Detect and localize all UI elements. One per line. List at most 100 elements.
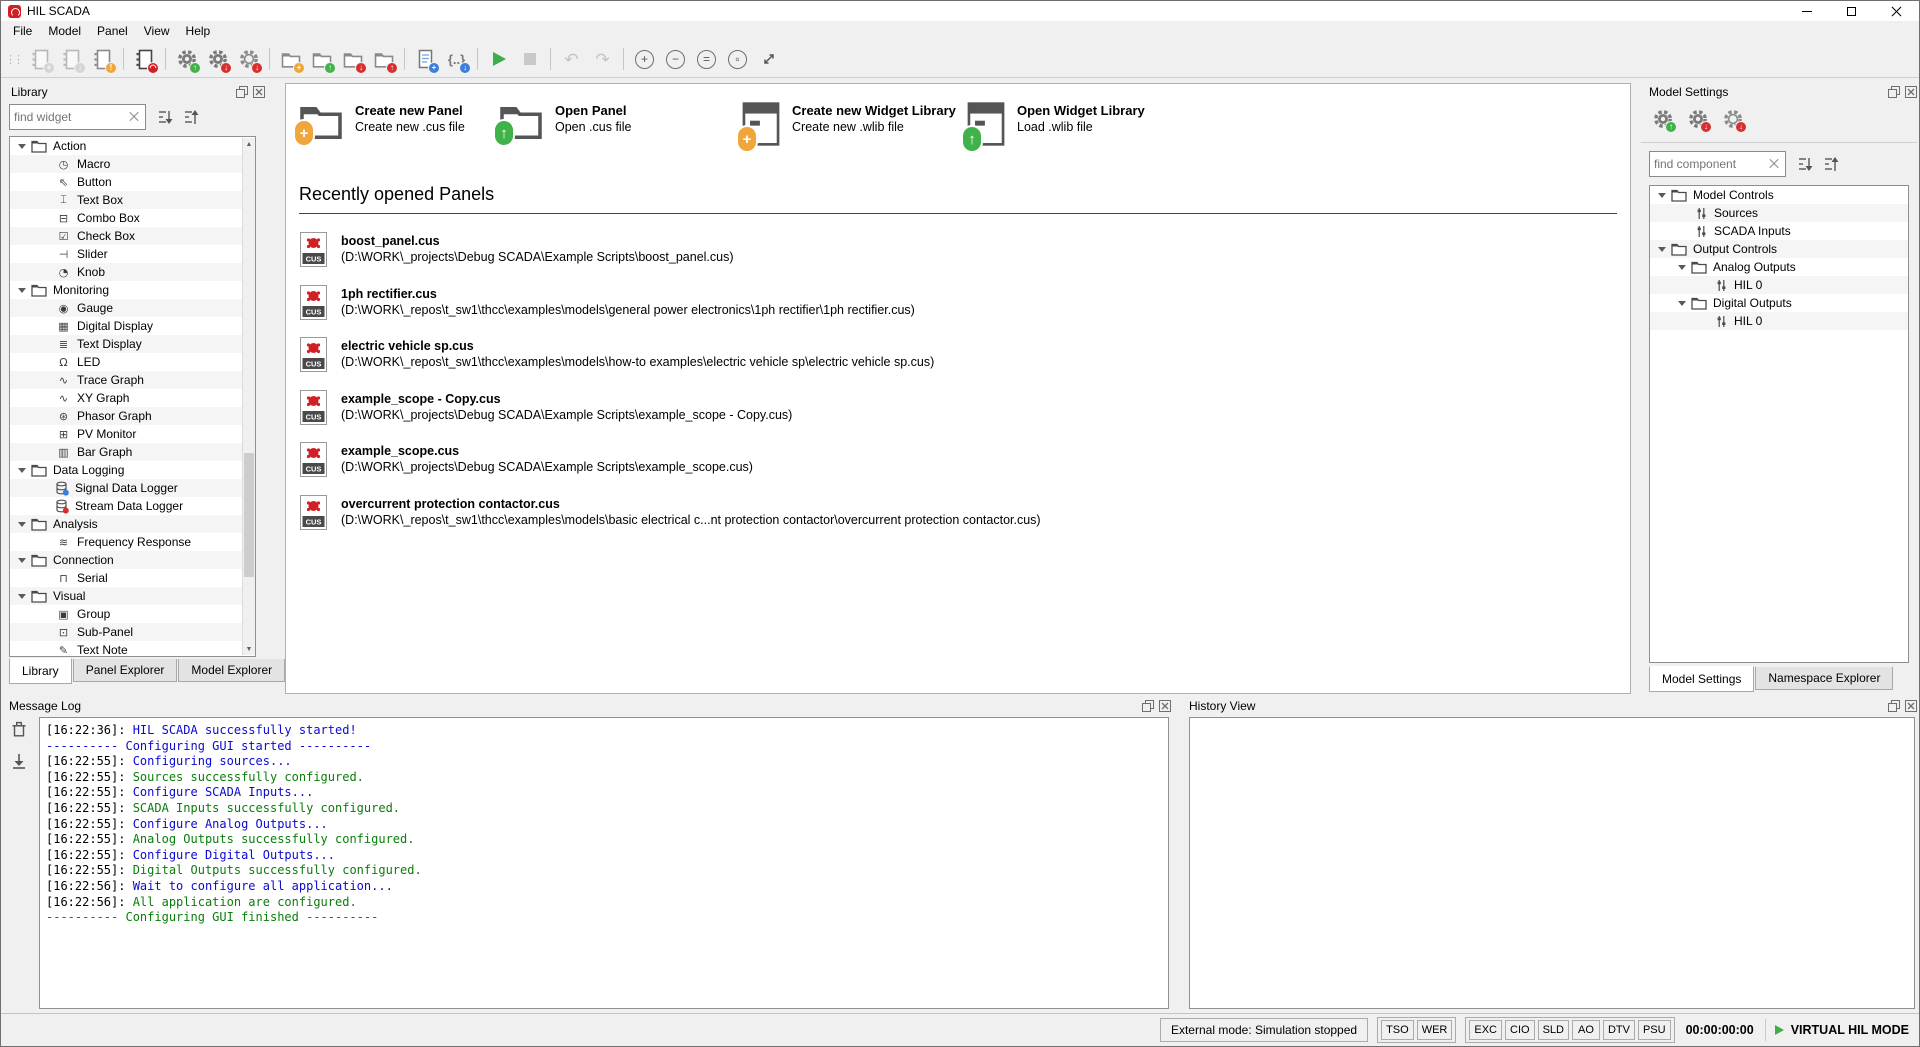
clear-log-icon[interactable] bbox=[9, 719, 29, 739]
tree-row-hil-0[interactable]: HIL 0 bbox=[1650, 312, 1908, 330]
tree-row-scada-inputs[interactable]: SCADA Inputs bbox=[1650, 222, 1908, 240]
component-search-input[interactable] bbox=[1650, 157, 1766, 171]
message-log-output[interactable]: [16:22:36]: HIL SCADA successfully start… bbox=[39, 717, 1169, 1009]
tab-panel-explorer[interactable]: Panel Explorer bbox=[73, 659, 178, 682]
expand-arrow-icon[interactable] bbox=[18, 594, 26, 599]
braces-badge-blue-icon[interactable]: {..}↓ bbox=[443, 46, 470, 73]
gear-outline-badge-red-icon[interactable]: ↓ bbox=[1719, 105, 1746, 132]
clear-search-icon[interactable] bbox=[126, 109, 142, 125]
expand-arrow-icon[interactable] bbox=[18, 522, 26, 527]
expand-arrow-icon[interactable] bbox=[1678, 265, 1686, 270]
float-panel-icon[interactable] bbox=[1887, 699, 1900, 712]
gear-badge-red-icon[interactable]: ↓ bbox=[204, 46, 231, 73]
scroll-down-icon[interactable]: ▼ bbox=[243, 643, 255, 655]
tree-row-model-controls[interactable]: Model Controls bbox=[1650, 186, 1908, 204]
recent-panel-overcurrent-protection-contactor-cus[interactable]: CUS overcurrent protection contactor.cus… bbox=[300, 495, 1041, 535]
close-button[interactable] bbox=[1874, 1, 1919, 21]
tree-row-hil-0[interactable]: HIL 0 bbox=[1650, 276, 1908, 294]
zoom-reset-icon[interactable]: = bbox=[693, 46, 720, 73]
status-flag-dtv[interactable]: DTV bbox=[1603, 1020, 1635, 1040]
tab-library[interactable]: Library bbox=[9, 658, 72, 684]
maximize-button[interactable] bbox=[1829, 1, 1874, 21]
menu-file[interactable]: File bbox=[5, 22, 40, 40]
gear-badge-green-icon[interactable]: ↑ bbox=[173, 46, 200, 73]
expand-arrow-icon[interactable] bbox=[1658, 247, 1666, 252]
close-panel-icon[interactable] bbox=[1904, 699, 1917, 712]
library-scrollbar[interactable]: ▲ ▼ bbox=[242, 138, 255, 655]
tree-row-phasor-graph[interactable]: ⊛Phasor Graph bbox=[10, 407, 255, 425]
tree-row-frequency-response[interactable]: ≋Frequency Response bbox=[10, 533, 255, 551]
folder-badge-red-2-icon[interactable]: ↑ bbox=[370, 46, 397, 73]
library-search-input[interactable] bbox=[10, 110, 126, 124]
tree-row-xy-graph[interactable]: ∿XY Graph bbox=[10, 389, 255, 407]
clear-search-icon[interactable] bbox=[1766, 156, 1782, 172]
action-open-widget-library[interactable]: ↑ Open Widget LibraryLoad .wlib file bbox=[967, 102, 1145, 151]
status-flag-exc[interactable]: EXC bbox=[1469, 1020, 1502, 1040]
tree-row-group[interactable]: ▣Group bbox=[10, 605, 255, 623]
close-panel-icon[interactable] bbox=[252, 85, 265, 98]
tree-row-trace-graph[interactable]: ∿Trace Graph bbox=[10, 371, 255, 389]
menu-panel[interactable]: Panel bbox=[89, 22, 136, 40]
status-flag-ao[interactable]: AO bbox=[1572, 1020, 1600, 1040]
gear-badge-red-icon[interactable]: ↓ bbox=[1684, 105, 1711, 132]
scroll-to-bottom-icon[interactable] bbox=[9, 751, 29, 771]
tree-row-text-display[interactable]: ≣Text Display bbox=[10, 335, 255, 353]
expand-arrow-icon[interactable] bbox=[18, 468, 26, 473]
menu-view[interactable]: View bbox=[136, 22, 178, 40]
status-flag-psu[interactable]: PSU bbox=[1638, 1020, 1671, 1040]
tree-row-visual[interactable]: Visual bbox=[10, 587, 255, 605]
tab-namespace-explorer[interactable]: Namespace Explorer bbox=[1755, 667, 1893, 690]
play-icon[interactable] bbox=[485, 46, 512, 73]
recent-panel-electric-vehicle-sp-cus[interactable]: CUS electric vehicle sp.cus(D:\WORK\_rep… bbox=[300, 337, 934, 377]
expand-arrow-icon[interactable] bbox=[18, 144, 26, 149]
tree-row-button[interactable]: ⇖Button bbox=[10, 173, 255, 191]
menu-model[interactable]: Model bbox=[40, 22, 89, 40]
tree-row-connection[interactable]: Connection bbox=[10, 551, 255, 569]
tree-row-output-controls[interactable]: Output Controls bbox=[1650, 240, 1908, 258]
status-flag-wer[interactable]: WER bbox=[1417, 1020, 1453, 1040]
tree-row-signal-data-logger[interactable]: Signal Data Logger bbox=[10, 479, 255, 497]
tree-row-digital-display[interactable]: ▦Digital Display bbox=[10, 317, 255, 335]
folder-badge-green-icon[interactable]: ↑ bbox=[308, 46, 335, 73]
panel-badge-yellow-icon[interactable]: ! bbox=[89, 46, 116, 73]
tree-row-serial[interactable]: ⊓Serial bbox=[10, 569, 255, 587]
status-flag-sld[interactable]: SLD bbox=[1538, 1020, 1569, 1040]
tree-row-text-note[interactable]: ✎Text Note bbox=[10, 641, 255, 657]
status-flag-cio[interactable]: CIO bbox=[1505, 1020, 1535, 1040]
expand-arrow-icon[interactable] bbox=[1678, 301, 1686, 306]
tree-row-digital-outputs[interactable]: Digital Outputs bbox=[1650, 294, 1908, 312]
recent-panel-boost-panel-cus[interactable]: CUS boost_panel.cus(D:\WORK\_projects\De… bbox=[300, 232, 734, 272]
float-panel-icon[interactable] bbox=[1141, 699, 1154, 712]
float-panel-icon[interactable] bbox=[1887, 85, 1900, 98]
tree-row-slider[interactable]: ⊣Slider bbox=[10, 245, 255, 263]
toolbar-drag-handle[interactable]: ⋮⋮ bbox=[5, 53, 21, 66]
close-panel-icon[interactable] bbox=[1158, 699, 1171, 712]
expand-all-icon[interactable] bbox=[157, 109, 175, 130]
tree-row-bar-graph[interactable]: ▥Bar Graph bbox=[10, 443, 255, 461]
tree-row-analog-outputs[interactable]: Analog Outputs bbox=[1650, 258, 1908, 276]
menu-help[interactable]: Help bbox=[178, 22, 219, 40]
zoom-fit-icon[interactable]: ▫ bbox=[724, 46, 751, 73]
tab-model-explorer[interactable]: Model Explorer bbox=[178, 659, 285, 682]
collapse-all-icon[interactable] bbox=[183, 109, 201, 130]
tree-row-text-box[interactable]: ⌶Text Box bbox=[10, 191, 255, 209]
expand-all-icon[interactable] bbox=[1797, 156, 1815, 177]
tree-row-gauge[interactable]: ◉Gauge bbox=[10, 299, 255, 317]
folder-badge-red-1-icon[interactable]: ↓ bbox=[339, 46, 366, 73]
tree-row-check-box[interactable]: ☑Check Box bbox=[10, 227, 255, 245]
recent-panel-example-scope-copy-cus[interactable]: CUS example_scope - Copy.cus(D:\WORK\_pr… bbox=[300, 390, 792, 430]
tree-row-data-logging[interactable]: Data Logging bbox=[10, 461, 255, 479]
panel-typhoon-icon[interactable]: ◠ bbox=[131, 46, 158, 73]
scrollbar-thumb[interactable] bbox=[244, 453, 254, 577]
minimize-button[interactable] bbox=[1784, 1, 1829, 21]
tree-row-pv-monitor[interactable]: ⊞PV Monitor bbox=[10, 425, 255, 443]
tree-row-analysis[interactable]: Analysis bbox=[10, 515, 255, 533]
tree-row-led[interactable]: ΩLED bbox=[10, 353, 255, 371]
action-create-new-widget-library[interactable]: + Create new Widget LibraryCreate new .w… bbox=[742, 102, 956, 151]
tree-row-action[interactable]: Action bbox=[10, 137, 255, 155]
expand-arrow-icon[interactable] bbox=[1658, 193, 1666, 198]
zoom-out-icon[interactable]: − bbox=[662, 46, 689, 73]
tree-row-sub-panel[interactable]: ⊡Sub-Panel bbox=[10, 623, 255, 641]
action-open-panel[interactable]: ↑ Open PanelOpen .cus file bbox=[499, 102, 631, 145]
expand-arrow-icon[interactable] bbox=[18, 288, 26, 293]
